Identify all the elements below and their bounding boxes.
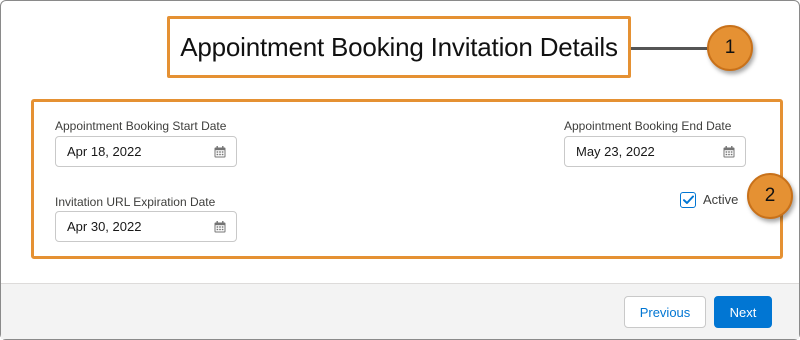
- calendar-icon[interactable]: [214, 146, 226, 158]
- start-date-label: Appointment Booking Start Date: [55, 119, 227, 133]
- end-date-label: Appointment Booking End Date: [564, 119, 732, 133]
- expiration-date-label: Invitation URL Expiration Date: [55, 195, 216, 209]
- end-date-input[interactable]: May 23, 2022: [564, 136, 746, 167]
- previous-button[interactable]: Previous: [624, 296, 706, 328]
- next-button[interactable]: Next: [714, 296, 772, 328]
- active-checkbox[interactable]: [680, 192, 696, 208]
- active-label: Active: [703, 192, 739, 207]
- checkmark-icon: [682, 195, 694, 204]
- start-date-input[interactable]: Apr 18, 2022: [55, 136, 237, 167]
- expiration-date-value: Apr 30, 2022: [67, 219, 142, 234]
- callout-marker-2: 2: [747, 173, 793, 219]
- title-highlight: Appointment Booking Invitation Details: [167, 16, 631, 78]
- expiration-date-input[interactable]: Apr 30, 2022: [55, 211, 237, 242]
- page-title: Appointment Booking Invitation Details: [180, 31, 618, 62]
- calendar-icon[interactable]: [214, 221, 226, 233]
- end-date-value: May 23, 2022: [576, 144, 655, 159]
- calendar-icon[interactable]: [723, 146, 735, 158]
- callout-connector-1: [631, 47, 709, 50]
- callout-marker-1: 1: [707, 25, 753, 71]
- start-date-value: Apr 18, 2022: [67, 144, 142, 159]
